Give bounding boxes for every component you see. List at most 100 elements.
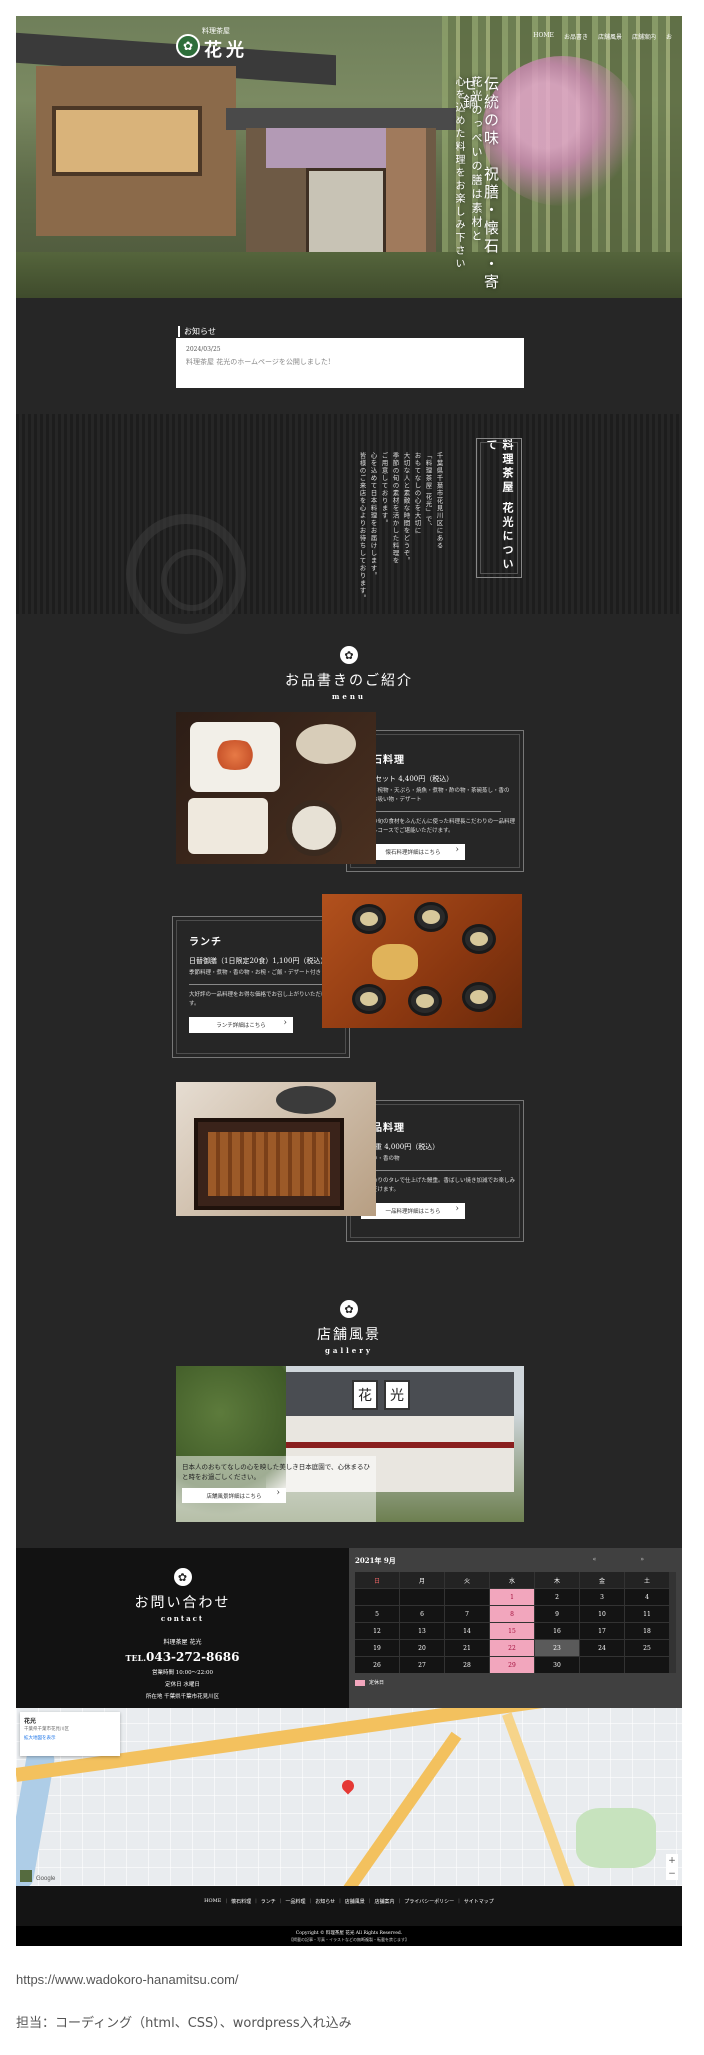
calendar-day: 14 <box>445 1623 489 1639</box>
flower-crest-icon <box>173 1568 192 1586</box>
nav-home[interactable]: HOME <box>533 32 554 41</box>
menu-name: 一品料理 <box>361 1123 405 1134</box>
unaju-photo <box>176 1082 376 1216</box>
small-bowl <box>296 724 356 764</box>
calendar-day: 9 <box>535 1606 579 1622</box>
calendar-day: 12 <box>355 1623 399 1639</box>
calendar-empty-cell <box>355 1589 399 1605</box>
lit-window <box>52 106 202 176</box>
footer-link[interactable]: HOME <box>204 1898 221 1905</box>
copyright: Copyright © 料理茶屋 花光 All Rights Reserved. <box>295 1931 403 1936</box>
calendar-day: 10 <box>580 1606 624 1622</box>
contact-section: お問い合わせ contact 料理茶屋 花光 TEL.043-272-8686 … <box>16 1548 349 1708</box>
map-enlarge-link[interactable]: 拡大地図を表示 <box>24 1735 116 1741</box>
footer-link[interactable]: 懐石料理 <box>231 1898 251 1905</box>
divider <box>361 811 501 812</box>
footer-link[interactable]: 店舗風景 <box>345 1898 365 1905</box>
kaiseki-detail-button[interactable]: 懐石料理詳細はこちら <box>361 844 465 860</box>
legend-label: 定休日 <box>369 1680 385 1686</box>
news-date: 2024/03/25 <box>186 346 221 353</box>
gallery-detail-button[interactable]: 店舗風景詳細はこちら <box>182 1488 286 1503</box>
nav-more[interactable]: お <box>666 32 672 41</box>
footer-link[interactable]: 一品料理 <box>286 1898 306 1905</box>
menu-desc: こだわりのタレで仕上げた鰻重。香ばしい焼き加減でお楽しみいただけます。 <box>361 1178 516 1193</box>
map-satellite-toggle[interactable] <box>20 1870 32 1882</box>
calendar-day: 23 <box>535 1640 579 1656</box>
about-text: 千葉県千葉市花見川区にある 「料理茶屋 花光」で、 おもてなしの心を大切に 大切… <box>356 452 444 602</box>
weekday-header: 日 <box>355 1572 399 1588</box>
nav-info[interactable]: 店舗案内 <box>632 32 656 41</box>
calendar-day: 30 <box>535 1657 579 1673</box>
about-line: 大切な人と素敵な時間をどうぞ。 <box>402 452 410 565</box>
news-item-link[interactable]: 料理茶屋 花光のホームページを公開しました! <box>186 357 514 367</box>
garden-ground <box>16 252 682 298</box>
menu-items: 前菜・椀物・天ぷら・焼魚・煮物・酢の物・茶碗蒸し・香の物・お吸い物・デザート <box>361 788 510 803</box>
gallery-overlay: 日本人のおもてなしの心を映した美しき日本庭園で、心休まるひと時をお過ごしください… <box>176 1456 376 1522</box>
dish-bowl <box>352 904 386 934</box>
calendar-day: 26 <box>355 1657 399 1673</box>
calendar-day: 17 <box>580 1623 624 1639</box>
nav-gallery[interactable]: 店舗風景 <box>598 32 622 41</box>
prev-month-button[interactable]: « <box>593 1556 597 1563</box>
footer-link[interactable]: プライバシーポリシー <box>404 1898 454 1905</box>
calendar-empty-cell <box>625 1657 669 1673</box>
calendar-day: 2 <box>535 1589 579 1605</box>
dish-bowl <box>408 986 442 1016</box>
footer-separator: | <box>309 1898 312 1904</box>
crest-watermark-icon <box>126 514 246 634</box>
calendar-day: 11 <box>625 1606 669 1622</box>
gallery-heading-en: gallery <box>325 1346 373 1355</box>
menu-desc: 季節の旬の食材をふんだんに使った料理長こだわりの一品料理をフルコースでご堪能いた… <box>361 819 516 834</box>
closed-swatch <box>355 1679 365 1686</box>
appetizer-plate <box>188 798 268 854</box>
footer-separator: | <box>368 1898 371 1904</box>
site-footer: HOME | 懐石料理 | ランチ | 一品料理 | お知らせ | 店舗風景 | 店舗案内 | プライバシー… <box>16 1886 682 1946</box>
portfolio-url[interactable]: https://www.wadokoro-hanamitsu.com/ <box>16 1972 239 1987</box>
entrance-roof <box>226 108 456 130</box>
calendar-day: 3 <box>580 1589 624 1605</box>
about-line: 千葉県千葉市花見川区にある <box>435 452 443 550</box>
map-place-title: 花光 <box>24 1718 37 1725</box>
footer-link[interactable]: 店舗案内 <box>375 1898 395 1905</box>
ippin-detail-button[interactable]: 一品料理詳細はこちら <box>361 1203 465 1219</box>
footer-link[interactable]: ランチ <box>261 1898 276 1905</box>
calendar-day: 21 <box>445 1640 489 1656</box>
calendar-day: 25 <box>625 1640 669 1656</box>
calendar-nav: « » <box>593 1556 644 1563</box>
flower-crest-icon <box>340 646 358 664</box>
blossom-tree <box>482 56 642 206</box>
about-line: おもてなしの心を大切に <box>413 452 421 535</box>
next-month-button[interactable]: » <box>640 1556 644 1563</box>
google-map[interactable]: 花光 千葉県千葉市花見川区 拡大地図を表示 + − Google <box>16 1708 682 1886</box>
calendar-day: 28 <box>445 1657 489 1673</box>
lunch-photo <box>322 894 522 1028</box>
menu-name: ランチ <box>189 937 222 948</box>
weekday-header: 月 <box>400 1572 444 1588</box>
menu-heading-en: menu <box>331 692 367 701</box>
calendar-day: 19 <box>355 1640 399 1656</box>
calendar-day: 15 <box>490 1623 534 1639</box>
menu-price: 懐石セット 4,400円（税込） <box>361 775 454 783</box>
about-line: ご用意しております。 <box>380 452 388 527</box>
phone-number[interactable]: TEL.043-272-8686 <box>16 1650 349 1664</box>
calendar-empty-cell <box>445 1589 489 1605</box>
about-line: 皆様のご来店を心よりお待ちしております。 <box>358 452 366 602</box>
zoom-in-button[interactable]: + <box>668 1856 676 1866</box>
nav-menu[interactable]: お品書き <box>564 32 588 41</box>
site-logo[interactable]: ✿ 料理茶屋 花光 <box>176 27 248 62</box>
calendar-day: 1 <box>490 1589 534 1605</box>
footer-separator: | <box>279 1898 282 1904</box>
tel-value: 043-272-8686 <box>146 1650 240 1664</box>
calendar-day: 29 <box>490 1657 534 1673</box>
house-facade <box>36 66 236 236</box>
news-box: 2024/03/25 料理茶屋 花光のホームページを公開しました! <box>176 338 524 388</box>
about-line: 季節の旬の素材を活かした料理を <box>391 452 399 565</box>
footer-link[interactable]: サイトマップ <box>464 1898 494 1905</box>
closed-day: 定休日 水曜日 <box>165 1682 200 1688</box>
map-park <box>576 1808 656 1868</box>
zoom-out-button[interactable]: − <box>668 1869 676 1879</box>
lunch-detail-button[interactable]: ランチ詳細はこちら <box>189 1017 293 1033</box>
footer-separator: | <box>225 1898 228 1904</box>
footer-link[interactable]: お知らせ <box>315 1898 335 1905</box>
calendar-empty-cell <box>580 1657 624 1673</box>
